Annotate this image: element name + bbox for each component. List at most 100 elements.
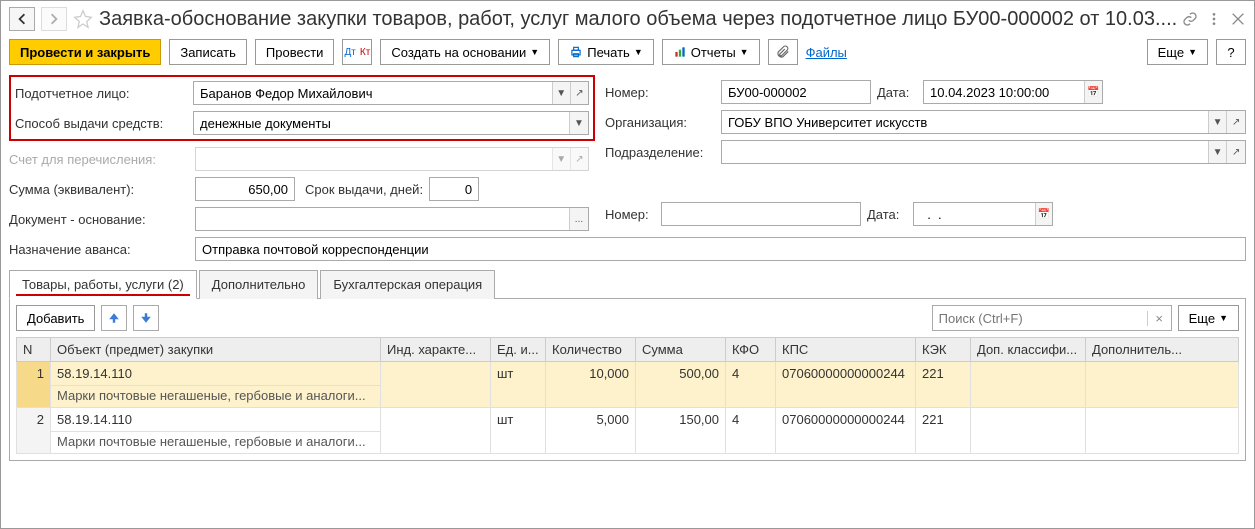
more-button[interactable]: Еще ▼ — [1147, 39, 1208, 65]
open-icon[interactable]: ↗ — [1226, 111, 1245, 133]
cell-qty[interactable]: 10,000 — [546, 362, 636, 408]
cell-name[interactable]: Марки почтовые негашеные, гербовые и ана… — [51, 432, 381, 454]
table-row[interactable]: 2 58.19.14.110 шт 5,000 150,00 4 0706000… — [17, 408, 1239, 432]
tab-extra[interactable]: Дополнительно — [199, 270, 319, 299]
files-link[interactable]: Файлы — [806, 45, 847, 60]
cell-dop[interactable] — [971, 362, 1086, 408]
col-extra[interactable]: Дополнитель... — [1086, 338, 1239, 362]
number-input[interactable] — [722, 81, 870, 103]
nav-forward-button[interactable] — [41, 7, 67, 31]
print-button[interactable]: Печать ▼ — [558, 39, 654, 65]
col-n[interactable]: N — [17, 338, 51, 362]
basis-doc-input[interactable] — [196, 208, 569, 230]
cell-kek[interactable]: 221 — [916, 408, 971, 454]
col-dop[interactable]: Доп. классифи... — [971, 338, 1086, 362]
date2-field[interactable]: 📅 — [913, 202, 1053, 226]
favorite-icon[interactable] — [73, 9, 93, 29]
tab-goods[interactable]: Товары, работы, услуги (2) — [9, 270, 197, 299]
dt-kt-button[interactable]: ДтКт — [342, 39, 372, 65]
cell-sum[interactable]: 150,00 — [636, 408, 726, 454]
nav-back-button[interactable] — [9, 7, 35, 31]
tab-accounting[interactable]: Бухгалтерская операция — [320, 270, 495, 299]
col-kek[interactable]: КЭК — [916, 338, 971, 362]
col-qty[interactable]: Количество — [546, 338, 636, 362]
advance-input[interactable] — [196, 238, 1245, 260]
dropdown-icon: ▼ — [552, 148, 570, 170]
col-object[interactable]: Объект (предмет) закупки — [51, 338, 381, 362]
reports-button[interactable]: Отчеты ▼ — [662, 39, 760, 65]
sum-equiv-input[interactable] — [196, 178, 294, 200]
date2-input[interactable] — [914, 203, 1035, 225]
col-ind[interactable]: Инд. характе... — [381, 338, 491, 362]
kebab-icon[interactable] — [1206, 11, 1222, 27]
write-button[interactable]: Записать — [169, 39, 247, 65]
close-icon[interactable] — [1230, 11, 1246, 27]
cell-ind[interactable] — [381, 408, 491, 454]
post-button[interactable]: Провести — [255, 39, 335, 65]
move-up-button[interactable] — [101, 305, 127, 331]
basis-doc-label: Документ - основание: — [9, 212, 189, 227]
open-icon[interactable]: ↗ — [570, 82, 588, 104]
accountable-input[interactable] — [194, 82, 552, 104]
cell-kps[interactable]: 07060000000000244 — [776, 362, 916, 408]
issue-method-input[interactable] — [194, 112, 569, 134]
table-row[interactable]: 1 58.19.14.110 шт 10,000 500,00 4 070600… — [17, 362, 1239, 386]
col-unit[interactable]: Ед. и... — [491, 338, 546, 362]
add-row-button[interactable]: Добавить — [16, 305, 95, 331]
advance-field[interactable] — [195, 237, 1246, 261]
cell-sum[interactable]: 500,00 — [636, 362, 726, 408]
number2-field[interactable] — [661, 202, 861, 226]
cell-unit[interactable]: шт — [491, 362, 546, 408]
link-icon[interactable] — [1182, 11, 1198, 27]
help-button[interactable]: ? — [1216, 39, 1246, 65]
issue-days-field[interactable] — [429, 177, 479, 201]
cell-unit[interactable]: шт — [491, 408, 546, 454]
table-search-input[interactable] — [933, 311, 1147, 326]
cell-kfo[interactable]: 4 — [726, 408, 776, 454]
accountable-field[interactable]: ▼ ↗ — [193, 81, 589, 105]
date-field[interactable]: 📅 — [923, 80, 1103, 104]
post-and-close-button[interactable]: Провести и закрыть — [9, 39, 161, 65]
col-sum[interactable]: Сумма — [636, 338, 726, 362]
date-input[interactable] — [924, 81, 1084, 103]
cell-ind[interactable] — [381, 362, 491, 408]
sum-equiv-field[interactable] — [195, 177, 295, 201]
cell-extra[interactable] — [1086, 362, 1239, 408]
cell-kek[interactable]: 221 — [916, 362, 971, 408]
issue-method-field[interactable]: ▼ — [193, 111, 589, 135]
org-field[interactable]: ▼ ↗ — [721, 110, 1246, 134]
attach-button[interactable] — [768, 39, 798, 65]
ellipsis-icon[interactable]: ... — [569, 208, 588, 230]
cell-code[interactable]: 58.19.14.110 — [51, 362, 381, 386]
open-icon[interactable]: ↗ — [1226, 141, 1245, 163]
cell-kfo[interactable]: 4 — [726, 362, 776, 408]
cell-kps[interactable]: 07060000000000244 — [776, 408, 916, 454]
dropdown-icon[interactable]: ▼ — [1208, 141, 1227, 163]
clear-search-icon[interactable]: × — [1147, 311, 1171, 326]
org-input[interactable] — [722, 111, 1208, 133]
cell-code[interactable]: 58.19.14.110 — [51, 408, 381, 432]
cell-dop[interactable] — [971, 408, 1086, 454]
col-kfo[interactable]: КФО — [726, 338, 776, 362]
row-number: 1 — [17, 362, 51, 408]
basis-doc-field[interactable]: ... — [195, 207, 589, 231]
dropdown-icon[interactable]: ▼ — [1208, 111, 1227, 133]
dropdown-icon[interactable]: ▼ — [569, 112, 588, 134]
table-more-button[interactable]: Еще ▼ — [1178, 305, 1239, 331]
cell-extra[interactable] — [1086, 408, 1239, 454]
table-search[interactable]: × — [932, 305, 1172, 331]
number-field[interactable] — [721, 80, 871, 104]
create-based-on-button[interactable]: Создать на основании ▼ — [380, 39, 550, 65]
number2-input[interactable] — [662, 203, 860, 225]
calendar-icon[interactable]: 📅 — [1084, 81, 1102, 103]
transfer-account-input — [196, 148, 552, 170]
dropdown-icon[interactable]: ▼ — [552, 82, 570, 104]
calendar-icon[interactable]: 📅 — [1035, 203, 1052, 225]
dept-field[interactable]: ▼ ↗ — [721, 140, 1246, 164]
issue-days-input[interactable] — [430, 178, 478, 200]
cell-qty[interactable]: 5,000 — [546, 408, 636, 454]
dept-input[interactable] — [722, 141, 1208, 163]
move-down-button[interactable] — [133, 305, 159, 331]
col-kps[interactable]: КПС — [776, 338, 916, 362]
cell-name[interactable]: Марки почтовые негашеные, гербовые и ана… — [51, 386, 381, 408]
